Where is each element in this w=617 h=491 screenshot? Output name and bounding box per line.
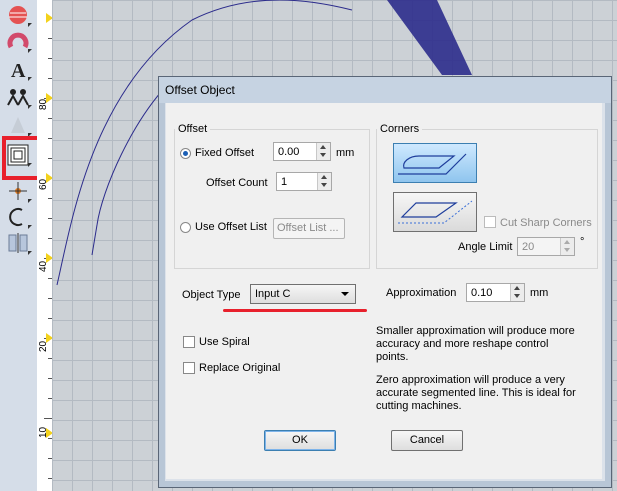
fixed-offset-value[interactable]: 0.00 xyxy=(278,146,299,158)
text-tool-icon[interactable]: A xyxy=(4,56,32,82)
spin-up-icon[interactable] xyxy=(320,145,326,149)
team-names-icon[interactable] xyxy=(4,84,32,110)
fixed-offset-unit: mm xyxy=(336,147,355,159)
circle-tool-icon[interactable] xyxy=(4,2,32,28)
offset-group: Offset xyxy=(174,123,370,269)
use-spiral-label: Use Spiral xyxy=(199,336,250,348)
approximation-unit: mm xyxy=(530,287,549,299)
corners-group-legend: Corners xyxy=(380,123,420,135)
align-tool-icon[interactable] xyxy=(4,230,32,256)
object-type-label: Object Type xyxy=(182,289,241,301)
approximation-spinner[interactable]: 0.10 xyxy=(466,283,525,302)
svg-text:A: A xyxy=(11,60,26,79)
cut-sharp-corners-label: Cut Sharp Corners xyxy=(500,217,592,229)
vertical-ruler: 80 60 40 20 10 xyxy=(37,0,53,491)
rounded-corners-option[interactable] xyxy=(393,143,477,183)
spin-up-icon[interactable] xyxy=(321,175,327,179)
chevron-down-icon[interactable] xyxy=(341,292,349,296)
reshape-tool-icon[interactable] xyxy=(4,178,32,204)
fixed-offset-spinner[interactable]: 0.00 xyxy=(273,142,331,161)
spin-up-icon[interactable] xyxy=(564,240,570,244)
sharp-corners-option[interactable] xyxy=(393,192,477,232)
replace-original-label: Replace Original xyxy=(199,362,281,374)
monogram-icon[interactable] xyxy=(4,112,32,138)
replace-original-checkbox[interactable] xyxy=(183,362,195,374)
object-type-dropdown[interactable]: Input C xyxy=(250,284,356,304)
fixed-offset-radio[interactable] xyxy=(180,148,191,159)
approximation-label: Approximation xyxy=(386,287,457,299)
offset-object-dialog: Offset Object Offset Fixed Offset 0.00 m… xyxy=(158,76,612,488)
angle-limit-label: Angle Limit xyxy=(458,241,513,253)
spin-down-icon[interactable] xyxy=(320,153,326,157)
approximation-info-2: Zero approximation will produce a very a… xyxy=(376,374,576,412)
dialog-body: Offset Fixed Offset 0.00 mm Offset Count… xyxy=(166,103,602,479)
spin-down-icon[interactable] xyxy=(564,248,570,252)
stitch-fill xyxy=(387,0,472,75)
left-toolbar: A xyxy=(0,0,38,491)
use-offset-list-label: Use Offset List xyxy=(195,221,267,233)
fixed-offset-label: Fixed Offset xyxy=(195,147,255,159)
ok-button[interactable]: OK xyxy=(264,430,336,451)
dialog-titlebar[interactable]: Offset Object xyxy=(159,77,611,103)
angle-limit-spinner[interactable]: 20 xyxy=(517,237,575,256)
object-type-value: Input C xyxy=(255,288,291,300)
offset-count-spinner[interactable]: 1 xyxy=(276,172,332,191)
object-type-underline xyxy=(223,309,367,312)
spin-up-icon[interactable] xyxy=(514,286,520,290)
use-offset-list-radio[interactable] xyxy=(180,222,191,233)
dialog-title: Offset Object xyxy=(165,83,235,97)
angle-limit-value[interactable]: 20 xyxy=(522,241,534,253)
spin-down-icon[interactable] xyxy=(321,183,327,187)
offset-group-legend: Offset xyxy=(178,123,208,135)
approximation-info-1: Smaller approximation will produce more … xyxy=(376,325,575,363)
cancel-button[interactable]: Cancel xyxy=(391,430,463,451)
offset-list-button[interactable]: Offset List ... xyxy=(273,218,345,239)
spin-down-icon[interactable] xyxy=(514,294,520,298)
arc-tool-icon[interactable] xyxy=(4,28,32,54)
offset-count-value[interactable]: 1 xyxy=(281,176,287,188)
approximation-value[interactable]: 0.10 xyxy=(471,287,492,299)
angle-unit: ° xyxy=(580,236,585,248)
use-spiral-checkbox[interactable] xyxy=(183,336,195,348)
cut-sharp-corners-checkbox[interactable] xyxy=(484,216,496,228)
curve-tool-icon[interactable] xyxy=(4,204,32,230)
offset-count-label: Offset Count xyxy=(206,177,268,189)
